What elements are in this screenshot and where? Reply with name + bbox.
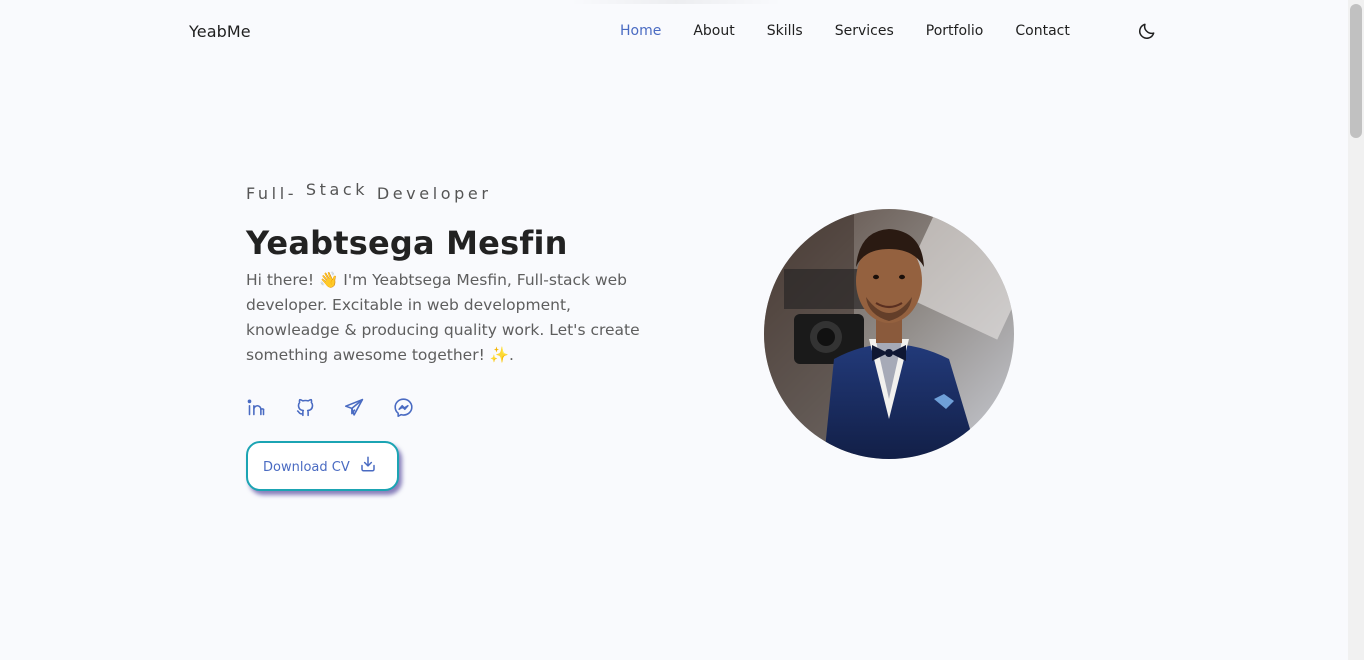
header-glow — [570, 0, 782, 4]
subtitle-part-1: Full- — [246, 184, 298, 203]
main-nav: Home About Skills Services Portfolio Con… — [620, 23, 1070, 39]
scrollbar-thumb[interactable] — [1350, 4, 1362, 138]
site-logo[interactable]: YeabMe — [189, 22, 251, 41]
nav-portfolio[interactable]: Portfolio — [926, 23, 984, 39]
download-cv-button[interactable]: Download CV — [246, 441, 399, 491]
hero-name: Yeabtsega Mesfin — [246, 224, 568, 262]
nav-home[interactable]: Home — [620, 23, 661, 39]
profile-photo — [764, 209, 1014, 459]
github-icon[interactable] — [295, 397, 316, 418]
linkedin-icon[interactable] — [246, 397, 267, 418]
site-header: YeabMe Home About Skills Services Portfo… — [0, 0, 1348, 62]
nav-skills[interactable]: Skills — [767, 23, 803, 39]
hero-subtitle: Full- Stack Developer — [246, 180, 492, 203]
download-cv-label: Download CV — [263, 459, 350, 475]
telegram-icon[interactable] — [344, 397, 365, 418]
nav-contact[interactable]: Contact — [1015, 23, 1069, 39]
nav-about[interactable]: About — [693, 23, 734, 39]
subtitle-part-2: Stack — [305, 180, 369, 199]
moon-icon[interactable] — [1137, 21, 1157, 41]
subtitle-part-3: Developer — [376, 184, 492, 203]
social-links — [246, 397, 442, 418]
page-scrollbar[interactable] — [1348, 0, 1364, 660]
download-icon — [359, 455, 377, 473]
messenger-icon[interactable] — [393, 397, 414, 418]
nav-services[interactable]: Services — [835, 23, 894, 39]
hero-bio: Hi there! 👋 I'm Yeabtsega Mesfin, Full-s… — [246, 271, 640, 364]
